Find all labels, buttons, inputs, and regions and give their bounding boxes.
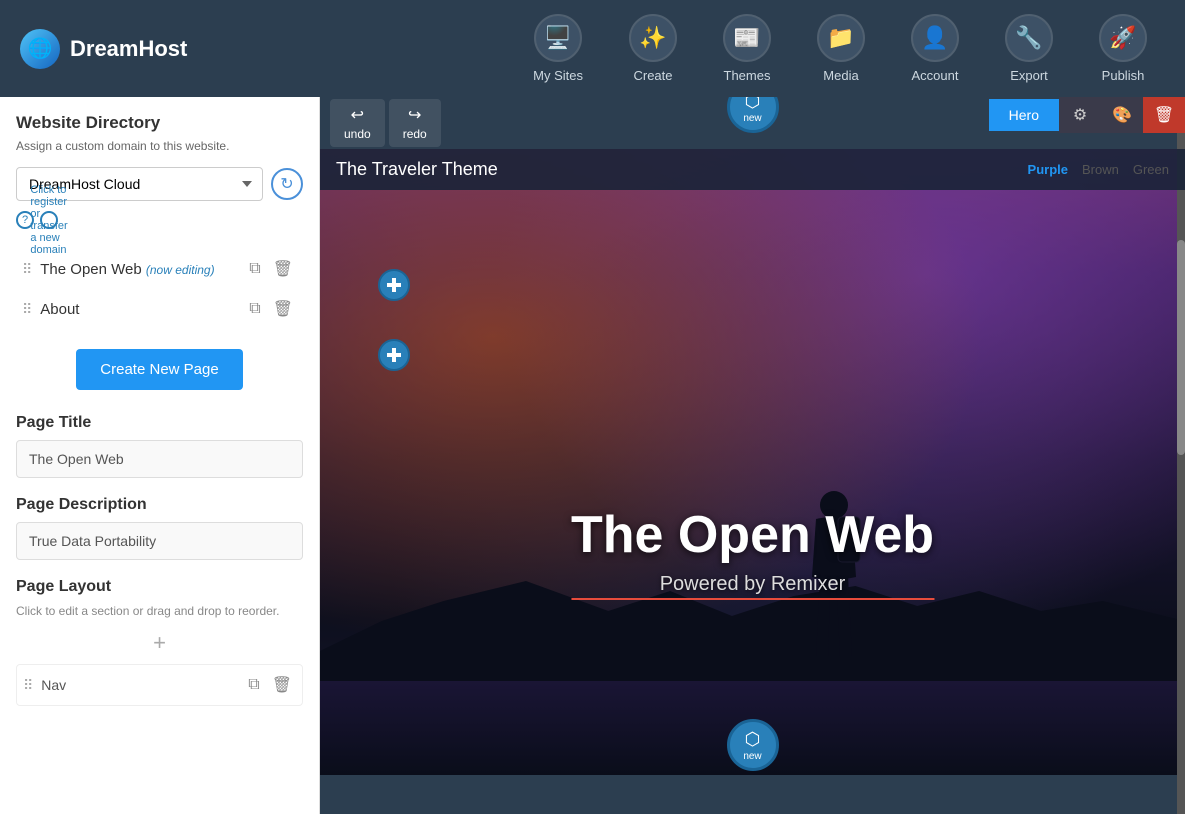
nav-label-my-sites: My Sites <box>533 68 583 83</box>
drag-handle-icon: ⠿ <box>22 261 32 278</box>
section-selector: Hero ⚙ 🎨 🗑 <box>989 97 1185 133</box>
copy-about-button[interactable]: ⧉ <box>245 297 264 321</box>
theme-name: The Traveler Theme <box>336 159 498 180</box>
top-navigation: 🌐 DreamHost 🖥️ My Sites ✨ Create 📰 Theme… <box>0 0 1185 97</box>
nav-item-my-sites[interactable]: 🖥️ My Sites <box>515 6 601 91</box>
hero-section-tab[interactable]: Hero <box>989 99 1059 131</box>
nav-icons: 🖥️ My Sites ✨ Create 📰 Themes 📁 Media 👤 … <box>515 6 1165 91</box>
hero-subtitle: Powered by Remixer <box>571 573 934 600</box>
section-item-name: Nav <box>41 677 236 693</box>
main-layout: Website Directory Assign a custom domain… <box>0 97 1185 814</box>
theme-name-bar: The Traveler Theme Purple Brown Green <box>320 149 1185 190</box>
redo-icon: ↪ <box>408 105 421 125</box>
refresh-button[interactable]: ↻ <box>271 168 303 200</box>
theme-color-green[interactable]: Green <box>1133 162 1169 177</box>
sidebar-title: Website Directory <box>16 113 303 133</box>
nav-label-create: Create <box>633 68 672 83</box>
page-item-about[interactable]: ⠿ About ⧉ 🗑 <box>16 289 303 329</box>
new-icon: ⬡ <box>745 97 761 112</box>
drag-handle-about-icon: ⠿ <box>22 301 32 318</box>
themes-icon: 📰 <box>723 14 771 62</box>
my-sites-icon: 🖥️ <box>534 14 582 62</box>
page-layout-section: Page Layout Click to edit a section or d… <box>16 578 303 706</box>
content-area: ⬡ new ↩ undo ↪ redo Hero ⚙ 🎨 🗑 The T <box>320 97 1185 814</box>
page-name-open-web: The Open Web (now editing) <box>40 261 237 278</box>
editing-badge: (now editing) <box>146 263 215 277</box>
theme-color-purple[interactable]: Purple <box>1028 162 1068 177</box>
section-delete-button[interactable]: 🗑 <box>1143 97 1185 133</box>
nav-item-create[interactable]: ✨ Create <box>611 6 695 91</box>
add-section-row: + <box>16 630 303 656</box>
media-icon: 📁 <box>817 14 865 62</box>
delete-section-button[interactable]: 🗑 <box>268 673 296 697</box>
delete-page-button[interactable]: 🗑 <box>269 257 297 281</box>
register-domain-link[interactable]: ? Click to register or transfer a new do… <box>16 211 303 229</box>
theme-color-options: Purple Brown Green <box>1028 162 1169 177</box>
new-bottom-label: new <box>743 751 761 762</box>
copy-section-button[interactable]: ⧉ <box>244 673 263 697</box>
page-list: ⠿ The Open Web (now editing) ⧉ 🗑 ⠿ About… <box>16 249 303 329</box>
undo-icon: ↩ <box>351 105 364 125</box>
page-description-label: Page Description <box>16 496 303 514</box>
redo-button[interactable]: ↪ redo <box>389 99 441 147</box>
nav-item-media[interactable]: 📁 Media <box>799 6 883 91</box>
editor-toolbar: ⬡ new ↩ undo ↪ redo Hero ⚙ 🎨 🗑 <box>320 97 1185 149</box>
undo-label: undo <box>344 127 371 141</box>
app-name: DreamHost <box>70 36 187 62</box>
nav-item-account[interactable]: 👤 Account <box>893 6 977 91</box>
scrollbar-thumb[interactable] <box>1177 240 1185 455</box>
register-domain-text: Click to register or transfer a new doma… <box>40 211 58 229</box>
new-btn-top: ⬡ new <box>727 97 779 133</box>
add-element-button-2[interactable] <box>378 339 410 371</box>
nav-section-item[interactable]: ⠿ Nav ⧉ 🗑 <box>16 664 303 706</box>
logo-area: 🌐 DreamHost <box>20 29 515 69</box>
page-actions-about: ⧉ 🗑 <box>245 297 297 321</box>
undo-button[interactable]: ↩ undo <box>330 99 385 147</box>
nav-item-themes[interactable]: 📰 Themes <box>705 6 789 91</box>
copy-page-button[interactable]: ⧉ <box>245 257 264 281</box>
create-new-page-button[interactable]: Create New Page <box>76 349 242 390</box>
new-btn-bottom: ⬡ new <box>727 719 779 771</box>
redo-label: redo <box>403 127 427 141</box>
page-description-input[interactable] <box>16 522 303 560</box>
page-actions-open-web: ⧉ 🗑 <box>245 257 297 281</box>
sidebar-subtitle: Assign a custom domain to this website. <box>16 139 303 153</box>
nav-item-export[interactable]: 🔧 Export <box>987 6 1071 91</box>
publish-icon: 🚀 <box>1099 14 1147 62</box>
hero-preview: The Open Web Powered by Remixer ⬡ new <box>320 149 1185 775</box>
nav-label-publish: Publish <box>1102 68 1145 83</box>
page-title-input[interactable] <box>16 440 303 478</box>
page-title-label: Page Title <box>16 414 303 432</box>
export-icon: 🔧 <box>1005 14 1053 62</box>
dreamhost-logo-icon: 🌐 <box>20 29 60 69</box>
new-bottom-icon: ⬡ <box>745 729 761 750</box>
hero-title: The Open Web <box>571 505 934 565</box>
section-drag-handle-icon: ⠿ <box>23 677 33 694</box>
section-palette-button[interactable]: 🎨 <box>1101 97 1143 133</box>
hero-text-area: The Open Web Powered by Remixer <box>571 505 934 600</box>
page-layout-label: Page Layout <box>16 578 303 596</box>
new-bottom-button[interactable]: ⬡ new <box>727 719 779 771</box>
nav-label-themes: Themes <box>724 68 771 83</box>
new-top-label: new <box>743 113 761 124</box>
add-element-button-1[interactable] <box>378 269 410 301</box>
page-name-about: About <box>40 301 237 318</box>
nav-label-media: Media <box>823 68 858 83</box>
section-settings-button[interactable]: ⚙ <box>1059 97 1101 133</box>
account-icon: 👤 <box>911 14 959 62</box>
sidebar: Website Directory Assign a custom domain… <box>0 97 320 814</box>
section-item-actions: ⧉ 🗑 <box>244 673 296 697</box>
new-top-button[interactable]: ⬡ new <box>727 97 779 133</box>
right-scrollbar[interactable] <box>1177 97 1185 814</box>
delete-about-button[interactable]: 🗑 <box>269 297 297 321</box>
page-layout-subtitle: Click to edit a section or drag and drop… <box>16 604 303 618</box>
nav-label-account: Account <box>912 68 959 83</box>
add-section-button[interactable]: + <box>153 630 166 656</box>
nav-label-export: Export <box>1010 68 1048 83</box>
theme-color-brown[interactable]: Brown <box>1082 162 1119 177</box>
create-icon: ✨ <box>629 14 677 62</box>
nav-item-publish[interactable]: 🚀 Publish <box>1081 6 1165 91</box>
